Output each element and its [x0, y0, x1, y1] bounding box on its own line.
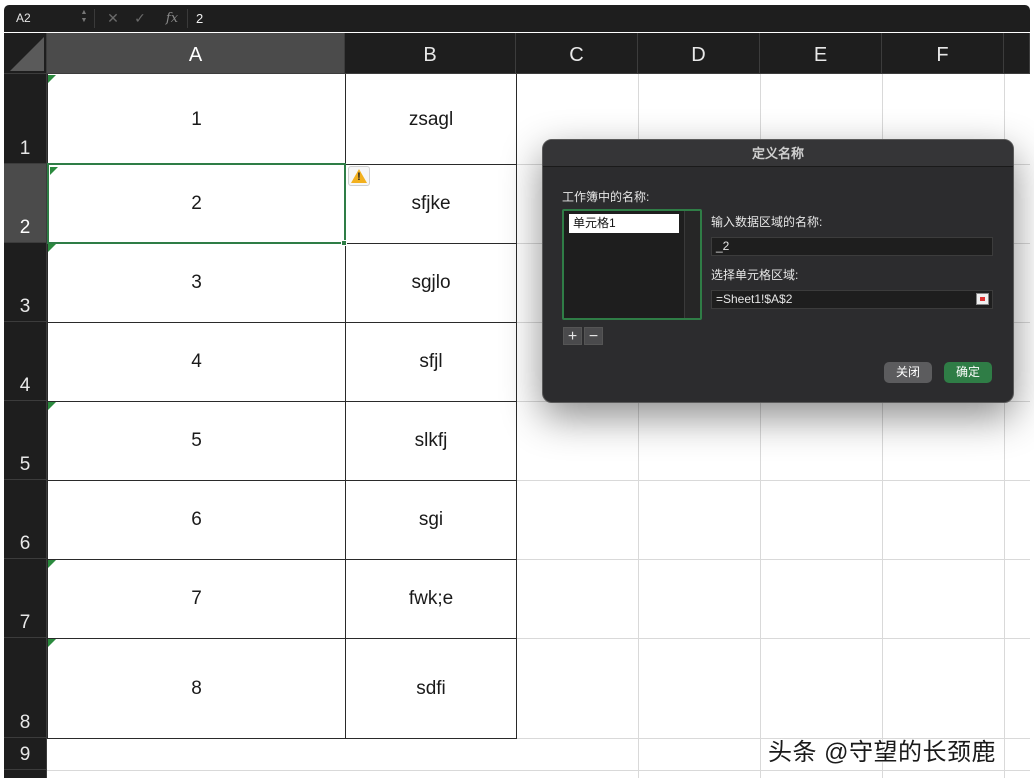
cell-a3[interactable]: 3: [48, 244, 345, 322]
remove-name-button[interactable]: −: [584, 327, 603, 345]
cell-a4[interactable]: 4: [48, 323, 345, 401]
column-header-b[interactable]: B: [345, 33, 516, 74]
row-number: 9: [19, 744, 31, 765]
row-number: 1: [19, 138, 31, 159]
row-header-6[interactable]: 6: [4, 480, 47, 559]
column-header-e[interactable]: E: [760, 33, 882, 74]
range-input[interactable]: =Sheet1!$A$2: [711, 290, 993, 309]
gridline: [47, 770, 1030, 771]
row-header-10[interactable]: [4, 770, 47, 778]
fx-icon[interactable]: fx: [161, 9, 183, 28]
table-border: [47, 480, 517, 481]
row-number: 4: [19, 375, 31, 396]
watermark: 头条 @守望的长颈鹿: [768, 739, 997, 766]
row-number: 2: [19, 217, 31, 238]
row-header-2[interactable]: 2: [4, 164, 47, 243]
warning-icon[interactable]: !: [348, 166, 370, 186]
cell-a5[interactable]: 5: [48, 402, 345, 480]
cell-b2[interactable]: sfjke: [346, 165, 516, 243]
dialog-title: 定义名称: [543, 140, 1013, 167]
cell-a6[interactable]: 6: [48, 481, 345, 559]
error-indicator-icon: [48, 402, 56, 410]
row-header-9[interactable]: 9: [4, 738, 47, 770]
table-border: [47, 401, 517, 402]
table-border: [47, 638, 517, 639]
row-number: 3: [19, 296, 31, 317]
error-indicator-icon: [48, 244, 56, 252]
column-header-c[interactable]: C: [516, 33, 638, 74]
workbook-names-list[interactable]: 单元格1: [562, 209, 702, 320]
error-indicator-icon: [48, 639, 56, 647]
cell-a8[interactable]: 8: [48, 639, 345, 738]
define-name-dialog: 定义名称 工作簿中的名称: 单元格1 + − 输入数据区域的名称: _2 选择单…: [542, 139, 1014, 403]
cell-b5[interactable]: slkfj: [346, 402, 516, 480]
name-input[interactable]: _2: [711, 237, 993, 256]
formula-bar: A2 ▲ ▼ ✕ ✓ fx 2: [4, 5, 1030, 32]
row-header-7[interactable]: 7: [4, 559, 47, 638]
range-input-value: =Sheet1!$A$2: [716, 292, 793, 306]
list-scrollbar[interactable]: [684, 211, 700, 318]
fill-handle[interactable]: [341, 240, 347, 246]
cell-b7[interactable]: fwk;e: [346, 560, 516, 638]
error-indicator-icon: [48, 560, 56, 568]
table-border: [47, 559, 517, 560]
confirm-icon[interactable]: ✓: [131, 9, 149, 28]
row-number: 8: [19, 712, 31, 733]
table-border: [47, 738, 517, 739]
table-border: [47, 322, 517, 323]
close-button[interactable]: 关闭: [884, 362, 932, 383]
active-cell-border: [47, 163, 346, 244]
cell-a1[interactable]: 1: [48, 75, 345, 164]
ok-button[interactable]: 确定: [944, 362, 992, 383]
formula-bar-divider: [187, 9, 188, 28]
name-box-stepper-icon[interactable]: ▲ ▼: [79, 9, 89, 28]
cancel-icon[interactable]: ✕: [104, 9, 122, 28]
workbook-names-label: 工作簿中的名称:: [562, 190, 650, 204]
formula-input[interactable]: 2: [192, 9, 1022, 28]
row-number: 6: [19, 533, 31, 554]
cell-b3[interactable]: sgjlo: [346, 244, 516, 322]
row-header-3[interactable]: 3: [4, 243, 47, 322]
select-all-triangle-icon: [10, 37, 44, 71]
column-header-g[interactable]: [1004, 33, 1030, 74]
cell-b4[interactable]: sfjl: [346, 323, 516, 401]
row-header-1[interactable]: 1: [4, 74, 47, 164]
range-field-label: 选择单元格区域:: [711, 268, 799, 282]
row-number: 5: [19, 454, 31, 475]
column-header-f[interactable]: F: [882, 33, 1004, 74]
cell-b6[interactable]: sgi: [346, 481, 516, 559]
formula-bar-divider: [94, 9, 95, 28]
cell-b1[interactable]: zsagl: [346, 75, 516, 164]
column-header-d[interactable]: D: [638, 33, 760, 74]
row-number: 7: [19, 612, 31, 633]
select-all-corner[interactable]: [4, 33, 47, 74]
add-name-button[interactable]: +: [563, 327, 582, 345]
list-item[interactable]: 单元格1: [569, 214, 679, 233]
name-field-label: 输入数据区域的名称:: [711, 215, 823, 229]
range-selector-icon[interactable]: [976, 293, 989, 305]
row-header-8[interactable]: 8: [4, 638, 47, 738]
error-indicator-icon: [48, 75, 56, 83]
row-header-5[interactable]: 5: [4, 401, 47, 480]
warning-exclamation-icon: !: [357, 171, 361, 183]
row-header-4[interactable]: 4: [4, 322, 47, 401]
column-header-a[interactable]: A: [47, 33, 345, 74]
cell-a7[interactable]: 7: [48, 560, 345, 638]
cell-b8[interactable]: sdfi: [346, 639, 516, 738]
